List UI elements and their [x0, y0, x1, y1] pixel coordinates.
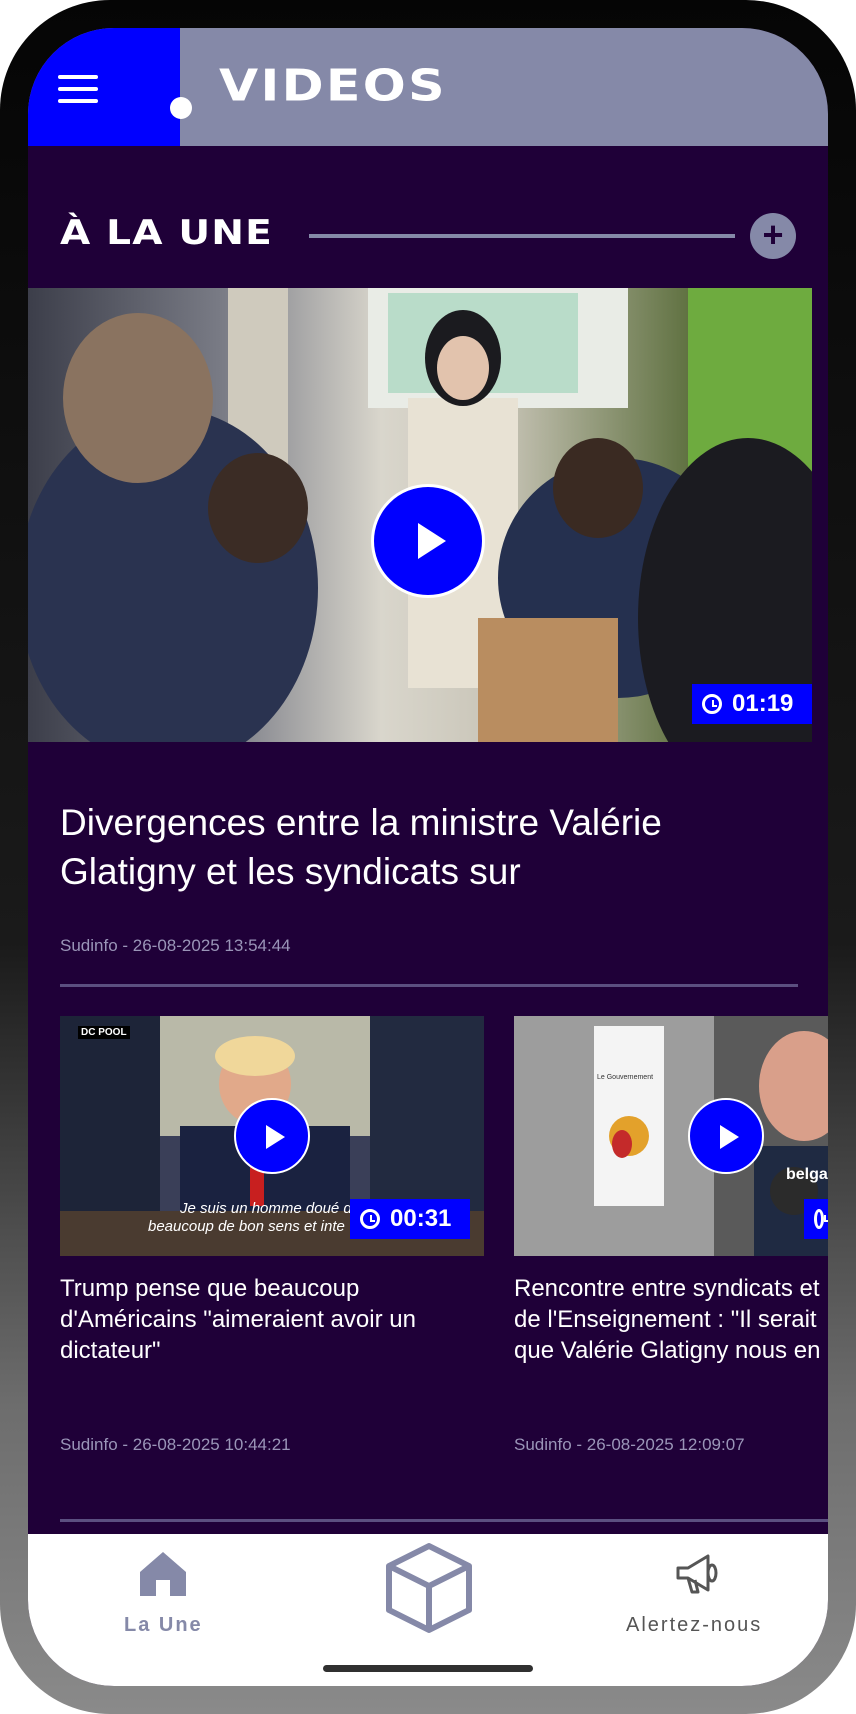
video-card-thumbnail[interactable]: Le Gouvernement belga — [514, 1016, 828, 1256]
home-indicator — [323, 1665, 533, 1672]
card-meta: Sudinfo - 26-08-2025 12:09:07 — [514, 1435, 745, 1454]
header-dot — [170, 97, 192, 119]
section-divider — [60, 1519, 828, 1522]
play-icon — [418, 523, 446, 559]
video-card-thumbnail[interactable]: DC POOL Je suis un homme doué d beaucoup… — [60, 1016, 484, 1256]
hero-duration-badge: 01:19 — [692, 684, 812, 724]
caption-line-2: beaucoup de bon sens et inte — [148, 1218, 345, 1235]
hero-play-button[interactable] — [371, 484, 485, 598]
card-duration-badge — [804, 1199, 828, 1239]
app-screen: VIDEOS À LA UNE + 01:19 Divergences entr… — [28, 28, 828, 1686]
card-play-button[interactable] — [234, 1098, 310, 1174]
nav-alert-button[interactable]: Alertez-nous — [626, 1544, 766, 1644]
caption-line-1: Je suis un homme doué d — [180, 1200, 352, 1217]
play-icon — [266, 1125, 285, 1149]
more-videos-button[interactable]: + — [750, 213, 796, 259]
nav-cube-button[interactable] — [383, 1542, 475, 1634]
menu-button[interactable] — [28, 28, 180, 146]
card-meta: Sudinfo - 26-08-2025 10:44:21 — [60, 1435, 291, 1454]
hero-title[interactable]: Divergences entre la ministre Valérie Gl… — [60, 798, 760, 896]
card-duration: 00:31 — [390, 1205, 452, 1232]
clock-icon — [702, 694, 722, 714]
hero-meta: Sudinfo - 26-08-2025 13:54:44 — [60, 936, 291, 955]
card-title[interactable]: Rencontre entre syndicats et de l'Enseig… — [514, 1273, 828, 1366]
nav-home-label: La Une — [124, 1614, 203, 1636]
hamburger-menu-icon — [58, 75, 98, 103]
bottom-navigation: La Une Alertez-nous — [28, 1534, 828, 1686]
megaphone-icon — [676, 1554, 718, 1594]
card-play-button[interactable] — [688, 1098, 764, 1174]
belga-logo: belga — [786, 1166, 828, 1183]
section-title: À LA UNE — [60, 213, 274, 253]
clock-icon — [360, 1209, 380, 1229]
nav-alert-label: Alertez-nous — [626, 1614, 763, 1636]
play-icon — [720, 1125, 739, 1149]
home-icon — [140, 1552, 186, 1596]
section-divider-line — [309, 234, 735, 238]
cube-icon — [386, 1543, 472, 1633]
hero-duration: 01:19 — [732, 690, 794, 717]
clock-icon — [814, 1209, 828, 1229]
nav-home-button[interactable]: La Une — [98, 1544, 226, 1644]
sign-text: Le Gouvernement — [597, 1074, 654, 1081]
card-duration-badge: 00:31 — [350, 1199, 470, 1239]
page-title: VIDEOS — [219, 60, 447, 112]
dc-pool-label: DC POOL — [78, 1026, 130, 1039]
plus-icon: + — [762, 214, 784, 255]
hero-video-thumbnail[interactable]: 01:19 — [28, 288, 812, 742]
card-title[interactable]: Trump pense que beaucoup d'Américains "a… — [60, 1273, 480, 1366]
top-header: VIDEOS — [28, 28, 828, 146]
section-divider — [60, 984, 798, 987]
card-thumbnail-image — [514, 1016, 828, 1256]
